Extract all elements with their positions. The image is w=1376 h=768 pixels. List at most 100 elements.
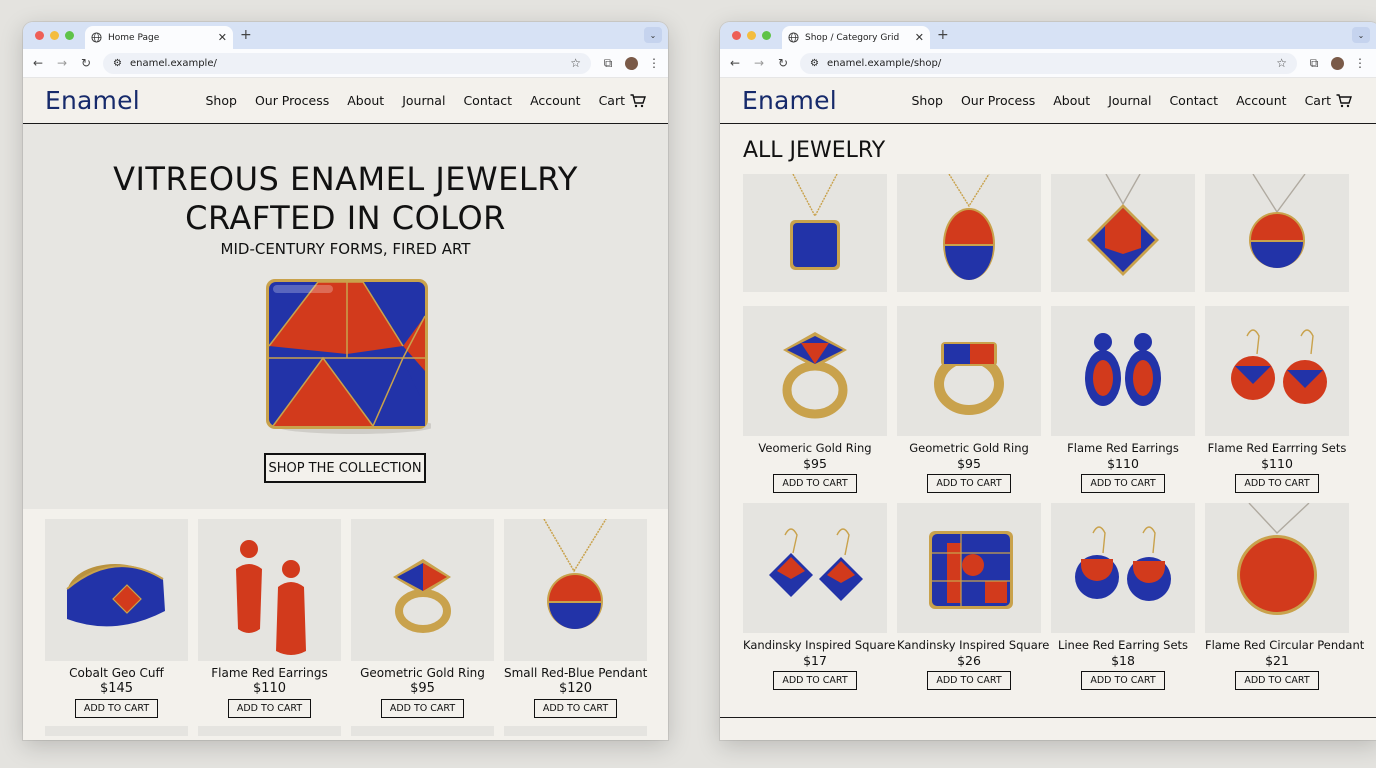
product-name[interactable]: Kandinsky Inspired Square — [743, 638, 895, 652]
forward-arrow-icon[interactable]: → — [752, 56, 766, 70]
nav-about[interactable]: About — [347, 93, 384, 108]
browser-menu-icon[interactable]: ⋮ — [648, 56, 660, 70]
product-name[interactable]: Flame Red Earrring Sets — [1205, 441, 1349, 455]
product-image-drop-earrings[interactable] — [1205, 306, 1349, 436]
extensions-puzzle-icon[interactable]: ⧉ — [1307, 56, 1321, 71]
product-card: Small Red-Blue Pendant $120 ADD TO CART — [504, 519, 647, 718]
maximize-window-button[interactable] — [762, 31, 771, 40]
nav-cart[interactable]: Cart — [1305, 93, 1352, 108]
product-image-oval-pendant[interactable] — [897, 174, 1041, 292]
add-to-cart-button[interactable]: ADD TO CART — [1081, 671, 1165, 690]
add-to-cart-button[interactable]: ADD TO CART — [773, 474, 857, 493]
hero-title: VITREOUS ENAMEL JEWELRY CRAFTED IN COLOR — [113, 160, 578, 238]
nav-shop[interactable]: Shop — [205, 93, 236, 108]
nav-journal[interactable]: Journal — [1108, 93, 1151, 108]
nav-contact[interactable]: Contact — [1169, 93, 1218, 108]
nav-our-process[interactable]: Our Process — [961, 93, 1035, 108]
url-text: enamel.example/ — [129, 57, 217, 69]
product-card: Geometric Gold Ring $95 ADD TO CART — [351, 519, 494, 718]
product-image-round-pendant[interactable] — [1205, 174, 1349, 292]
product-image-ring[interactable] — [351, 519, 494, 661]
site-logo[interactable]: Enamel — [45, 86, 140, 115]
product-name[interactable]: Flame Red Earrings — [1051, 441, 1195, 455]
product-image-diamond-pendant[interactable] — [1051, 174, 1195, 292]
profile-avatar[interactable] — [625, 56, 638, 70]
site-header: Enamel Shop Our Process About Journal Co… — [23, 78, 668, 124]
close-window-button[interactable] — [732, 31, 741, 40]
add-to-cart-button[interactable]: ADD TO CART — [74, 699, 159, 718]
maximize-window-button[interactable] — [65, 31, 74, 40]
window-controls — [35, 31, 74, 40]
product-name[interactable]: Geometric Gold Ring — [351, 666, 494, 680]
add-to-cart-button[interactable]: ADD TO CART — [927, 671, 1011, 690]
site-logo[interactable]: Enamel — [742, 86, 837, 115]
minimize-window-button[interactable] — [747, 31, 756, 40]
add-to-cart-button[interactable]: ADD TO CART — [380, 699, 465, 718]
add-to-cart-button[interactable]: ADD TO CART — [1235, 474, 1319, 493]
site-settings-icon[interactable]: ⚙ — [113, 58, 122, 69]
nav-about[interactable]: About — [1053, 93, 1090, 108]
nav-account[interactable]: Account — [1236, 93, 1286, 108]
add-to-cart-button[interactable]: ADD TO CART — [227, 699, 312, 718]
browser-menu-icon[interactable]: ⋮ — [1354, 56, 1366, 70]
address-bar[interactable]: ⚙ enamel.example/shop/ ☆ — [800, 52, 1297, 74]
close-tab-icon[interactable]: ✕ — [218, 31, 227, 44]
product-card: Veomeric Gold Ring $95 ADD TO CART — [743, 306, 887, 493]
close-tab-icon[interactable]: ✕ — [915, 31, 924, 44]
browser-tab-shop[interactable]: Shop / Category Grid ✕ — [782, 26, 930, 49]
product-image-oval-earrings[interactable] — [1051, 306, 1195, 436]
site-settings-icon[interactable]: ⚙ — [810, 58, 819, 69]
nav-account[interactable]: Account — [530, 93, 580, 108]
product-image-pendant[interactable] — [504, 519, 647, 661]
reload-icon[interactable]: ↻ — [79, 56, 93, 70]
product-name[interactable]: Linee Red Earring Sets — [1051, 638, 1195, 652]
close-window-button[interactable] — [35, 31, 44, 40]
product-name[interactable]: Small Red-Blue Pendant — [504, 666, 647, 680]
nav-our-process[interactable]: Our Process — [255, 93, 329, 108]
product-name[interactable]: Geometric Gold Ring — [897, 441, 1041, 455]
product-price: $17 — [803, 653, 827, 668]
product-name[interactable]: Cobalt Geo Cuff — [45, 666, 188, 680]
product-image-square-earrings[interactable] — [743, 503, 887, 633]
product-image-gold-ring[interactable] — [743, 306, 887, 436]
add-to-cart-button[interactable]: ADD TO CART — [1235, 671, 1319, 690]
tab-search-chevron-icon[interactable]: ⌄ — [1352, 27, 1370, 43]
nav-shop[interactable]: Shop — [911, 93, 942, 108]
product-card: Kandinsky Inspired Square $26 ADD TO CAR… — [897, 503, 1049, 690]
product-name[interactable]: Kandinsky Inspired Square — [897, 638, 1049, 652]
profile-avatar[interactable] — [1331, 56, 1344, 70]
product-image-circular-pendant[interactable] — [1205, 503, 1349, 633]
bookmark-star-icon[interactable]: ☆ — [570, 56, 581, 70]
product-image-cuff[interactable] — [45, 519, 188, 661]
product-image-earrings[interactable] — [198, 519, 341, 661]
address-bar[interactable]: ⚙ enamel.example/ ☆ — [103, 52, 591, 74]
forward-arrow-icon[interactable]: → — [55, 56, 69, 70]
product-image-round-earrings[interactable] — [1051, 503, 1195, 633]
product-name[interactable]: Flame Red Earrings — [198, 666, 341, 680]
tab-strip: Shop / Category Grid ✕ + ⌄ — [720, 22, 1376, 49]
add-to-cart-button[interactable]: ADD TO CART — [927, 474, 1011, 493]
back-arrow-icon[interactable]: ← — [31, 56, 45, 70]
browser-tab-home[interactable]: Home Page ✕ — [85, 26, 233, 49]
product-name[interactable]: Flame Red Circular Pendant — [1205, 638, 1364, 652]
product-image-square-pendant[interactable] — [743, 174, 887, 292]
minimize-window-button[interactable] — [50, 31, 59, 40]
product-name[interactable]: Veomeric Gold Ring — [743, 441, 887, 455]
extensions-puzzle-icon[interactable]: ⧉ — [601, 56, 615, 71]
product-image-kandinsky-brooch[interactable] — [897, 503, 1041, 633]
nav-contact[interactable]: Contact — [463, 93, 512, 108]
product-image-signet-ring[interactable] — [897, 306, 1041, 436]
add-to-cart-button[interactable]: ADD TO CART — [773, 671, 857, 690]
reload-icon[interactable]: ↻ — [776, 56, 790, 70]
add-to-cart-button[interactable]: ADD TO CART — [1081, 474, 1165, 493]
shop-collection-button[interactable]: SHOP THE COLLECTION — [264, 453, 426, 483]
new-tab-button[interactable]: + — [240, 27, 252, 43]
nav-journal[interactable]: Journal — [402, 93, 445, 108]
product-price: $95 — [410, 681, 435, 696]
new-tab-button[interactable]: + — [937, 27, 949, 43]
tab-search-chevron-icon[interactable]: ⌄ — [644, 27, 662, 43]
bookmark-star-icon[interactable]: ☆ — [1276, 56, 1287, 70]
add-to-cart-button[interactable]: ADD TO CART — [533, 699, 618, 718]
nav-cart[interactable]: Cart — [599, 93, 646, 108]
back-arrow-icon[interactable]: ← — [728, 56, 742, 70]
